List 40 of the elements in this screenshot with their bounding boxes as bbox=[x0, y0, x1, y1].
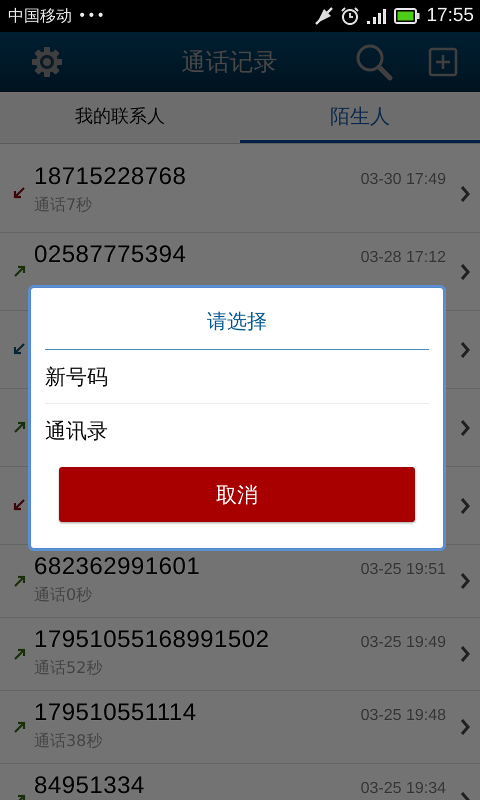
chevron-icon[interactable] bbox=[460, 572, 470, 590]
chevron-icon[interactable] bbox=[460, 184, 470, 202]
incoming-call-icon bbox=[12, 342, 27, 357]
tab[interactable]: 我的联系人 bbox=[0, 92, 240, 143]
chevron-icon[interactable] bbox=[460, 418, 470, 436]
chevron-icon[interactable] bbox=[460, 496, 470, 514]
outgoing-call-icon bbox=[12, 264, 27, 279]
cancel-button[interactable]: 取消 bbox=[59, 467, 415, 522]
phone-number: 02587775394 bbox=[34, 241, 186, 269]
outgoing-call-icon bbox=[12, 720, 27, 734]
chevron-icon[interactable] bbox=[460, 718, 470, 736]
missed-call-icon bbox=[12, 186, 27, 201]
call-time: 03-25 19:48 bbox=[360, 707, 446, 725]
outgoing-call-icon bbox=[12, 574, 27, 588]
phone-number: 682362991601 bbox=[34, 553, 200, 581]
signal-icon bbox=[366, 8, 388, 24]
chevron-icon[interactable] bbox=[460, 645, 470, 663]
phone-number: 84951334 bbox=[34, 772, 145, 800]
missed-call-icon bbox=[12, 498, 27, 513]
call-time: 03-25 19:51 bbox=[360, 561, 446, 579]
outgoing-call-icon bbox=[12, 420, 27, 435]
phone-number: 17951055168991502 bbox=[34, 626, 270, 654]
phone-number: 179510551114 bbox=[34, 699, 197, 727]
dialog-option[interactable]: 新号码 bbox=[45, 350, 429, 404]
call-time: 03-28 17:12 bbox=[360, 249, 446, 267]
dialog-title: 请选择 bbox=[45, 288, 429, 350]
battery-icon bbox=[394, 8, 420, 24]
call-time: 03-25 19:49 bbox=[360, 634, 446, 652]
call-time: 03-30 17:49 bbox=[360, 171, 446, 189]
screen-title: 通话记录 bbox=[180, 47, 278, 78]
clock: 17:55 bbox=[426, 5, 474, 27]
dialog-option[interactable]: 通讯录 bbox=[45, 404, 429, 457]
notification-dots: ••• bbox=[78, 8, 106, 24]
carrier-name: 中国移动 bbox=[8, 6, 72, 26]
phone-number: 18715228768 bbox=[34, 163, 186, 191]
call-time: 03-25 19:34 bbox=[360, 780, 446, 798]
outgoing-call-icon bbox=[12, 646, 27, 662]
chevron-icon[interactable] bbox=[460, 340, 470, 358]
chevron-icon[interactable] bbox=[460, 262, 470, 280]
alarm-icon bbox=[340, 7, 360, 25]
